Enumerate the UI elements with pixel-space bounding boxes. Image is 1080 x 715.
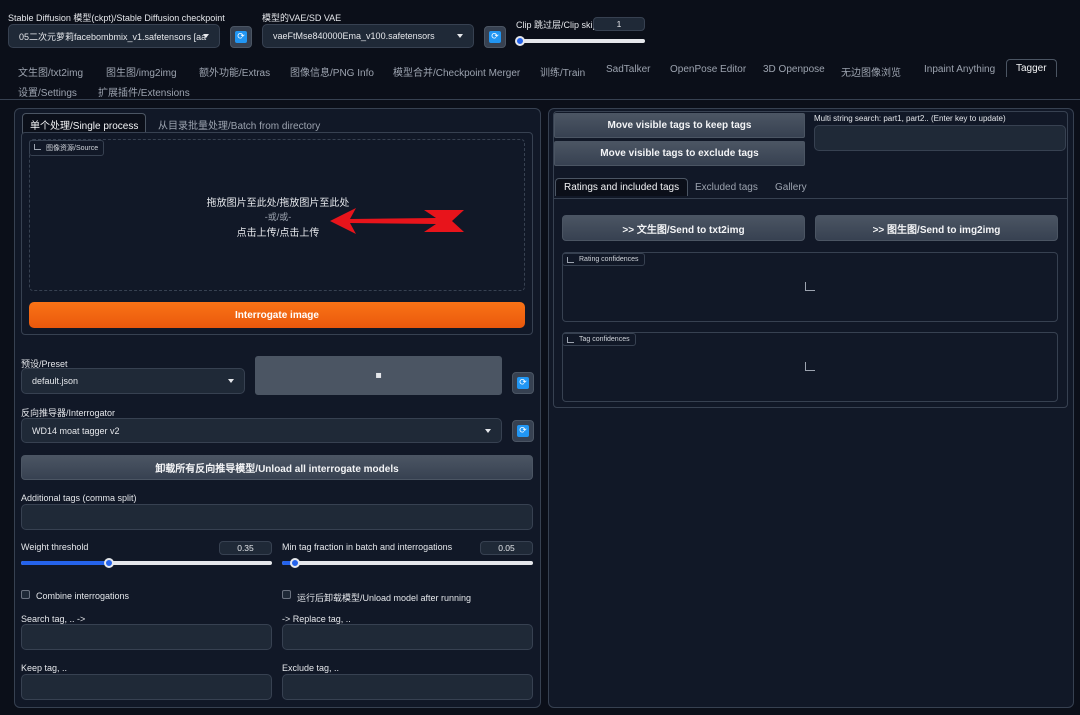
search-tag-label: Search tag, .. -> — [21, 614, 86, 624]
multi-search-input[interactable] — [814, 125, 1066, 151]
source-label: 图像资源/Source — [46, 145, 99, 152]
interrogator-dropdown[interactable]: WD14 moat tagger v2 — [21, 418, 502, 443]
refresh-checkpoint-button[interactable]: ⟳ — [230, 26, 252, 48]
keep-tag-label: Keep tag, .. — [21, 663, 68, 673]
tag-confidences-label: Tag confidences — [579, 336, 630, 343]
weight-threshold-label: Weight threshold — [21, 542, 89, 552]
main-tab[interactable]: 3D Openpose — [763, 64, 825, 75]
main-tab[interactable]: 文生图/txt2img — [18, 64, 83, 79]
subtab-divider — [553, 198, 1068, 199]
vae-value: vaeFtMse840000Ema_v100.safetensors — [273, 31, 435, 41]
main-tab[interactable]: Tagger — [1006, 59, 1057, 77]
exclude-tag-input[interactable] — [282, 674, 533, 700]
clip-skip-slider[interactable] — [517, 39, 645, 43]
combine-interrogations-checkbox[interactable] — [21, 590, 30, 599]
chevron-down-icon — [203, 34, 209, 38]
refresh-icon: ⟳ — [489, 31, 501, 43]
main-tab[interactable]: SadTalker — [606, 64, 650, 75]
chevron-down-icon — [228, 379, 234, 383]
weight-threshold-number[interactable]: 0.35 — [219, 541, 272, 555]
checkpoint-value: 05二次元萝莉facebombmix_v1.safetensors [aa — [19, 31, 207, 42]
main-tab[interactable]: 扩展插件/Extensions — [98, 84, 190, 99]
main-tab[interactable]: 训练/Train — [540, 64, 585, 79]
refresh-icon: ⟳ — [235, 31, 247, 43]
refresh-vae-button[interactable]: ⟳ — [484, 26, 506, 48]
tab-ratings-included[interactable]: Ratings and included tags — [555, 178, 689, 196]
checkpoint-label: Stable Diffusion 模型(ckpt)/Stable Diffusi… — [8, 13, 225, 23]
combine-interrogations-label: Combine interrogations — [36, 591, 130, 601]
min-tag-fraction-label: Min tag fraction in batch and interrogat… — [282, 542, 453, 552]
empty-chart-icon — [805, 362, 815, 371]
main-tab[interactable]: 图像信息/PNG Info — [290, 64, 374, 79]
interrogator-value: WD14 moat tagger v2 — [32, 425, 120, 436]
min-tag-fraction-slider[interactable] — [282, 561, 533, 565]
move-to-exclude-button[interactable]: Move visible tags to exclude tags — [554, 141, 805, 166]
main-tab[interactable]: 设置/Settings — [18, 84, 77, 99]
preset-value: default.json — [32, 376, 79, 386]
vae-dropdown[interactable]: vaeFtMse840000Ema_v100.safetensors — [262, 24, 474, 48]
refresh-icon: ⟳ — [517, 425, 529, 437]
refresh-preset-button[interactable]: ⟳ — [512, 372, 534, 394]
weight-threshold-slider-knob[interactable] — [104, 558, 114, 568]
unload-after-running-checkbox[interactable] — [282, 590, 291, 599]
replace-tag-input[interactable] — [282, 624, 533, 650]
move-to-keep-button[interactable]: Move visible tags to keep tags — [554, 113, 805, 138]
additional-tags-label: Additional tags (comma split) — [21, 493, 137, 503]
vae-label: 模型的VAE/SD VAE — [262, 13, 342, 23]
tab-excluded-tags[interactable]: Excluded tags — [695, 182, 758, 193]
min-tag-fraction-slider-knob[interactable] — [290, 558, 300, 568]
send-to-img2img-button[interactable]: >> 图生图/Send to img2img — [815, 215, 1058, 241]
rating-confidences-label: Rating confidences — [579, 256, 639, 263]
multi-search-label: Multi string search: part1, part2.. (Ent… — [814, 114, 1006, 123]
tab-gallery[interactable]: Gallery — [775, 182, 807, 193]
red-arrow-annotation — [330, 208, 464, 234]
search-tag-input[interactable] — [21, 624, 272, 650]
floppy-disk-icon: ▪ — [375, 370, 382, 381]
keep-tag-input[interactable] — [21, 674, 272, 700]
send-to-txt2img-button[interactable]: >> 文生图/Send to txt2img — [562, 215, 805, 241]
weight-threshold-slider-fill — [21, 561, 109, 565]
rating-confidences-chip: Rating confidences — [562, 253, 645, 266]
main-tab[interactable]: OpenPose Editor — [670, 64, 746, 75]
main-tab[interactable]: Inpaint Anything — [924, 64, 995, 75]
exclude-tag-label: Exclude tag, .. — [282, 663, 340, 673]
main-tab[interactable]: 图生图/img2img — [106, 64, 177, 79]
tabs-divider — [0, 99, 1080, 100]
checkpoint-dropdown[interactable]: 05二次元萝莉facebombmix_v1.safetensors [aa — [8, 24, 220, 48]
chart-icon — [567, 257, 574, 263]
image-icon — [34, 144, 41, 150]
interrogate-image-button[interactable]: Interrogate image — [29, 302, 525, 328]
refresh-icon: ⟳ — [517, 377, 529, 389]
unload-models-button[interactable]: 卸载所有反向推导模型/Unload all interrogate models — [21, 455, 533, 480]
min-tag-fraction-number[interactable]: 0.05 — [480, 541, 533, 555]
save-preset-button[interactable]: ▪ — [255, 356, 502, 395]
chevron-down-icon — [457, 34, 463, 38]
replace-tag-label: -> Replace tag, .. — [282, 614, 351, 624]
unload-after-running-label: 运行后卸载模型/Unload model after running — [297, 593, 472, 603]
refresh-interrogator-button[interactable]: ⟳ — [512, 420, 534, 442]
main-tab[interactable]: 模型合并/Checkpoint Merger — [393, 64, 520, 79]
clip-skip-number[interactable]: 1 — [593, 17, 645, 31]
clip-skip-label: Clip 跳过层/Clip skip — [516, 20, 598, 30]
empty-chart-icon — [805, 282, 815, 291]
tag-confidences-chip: Tag confidences — [562, 333, 636, 346]
clip-skip-slider-knob[interactable] — [515, 36, 525, 46]
main-tab[interactable]: 额外功能/Extras — [199, 64, 270, 79]
chevron-down-icon — [485, 428, 491, 433]
main-tab[interactable]: 无边图像浏览 — [841, 64, 901, 79]
source-chip: 图像资源/Source — [29, 140, 105, 156]
additional-tags-input[interactable] — [21, 504, 533, 530]
tab-batch-directory[interactable]: 从目录批量处理/Batch from directory — [158, 117, 320, 132]
chart-icon — [567, 337, 574, 343]
preset-dropdown[interactable]: default.json — [21, 368, 245, 394]
